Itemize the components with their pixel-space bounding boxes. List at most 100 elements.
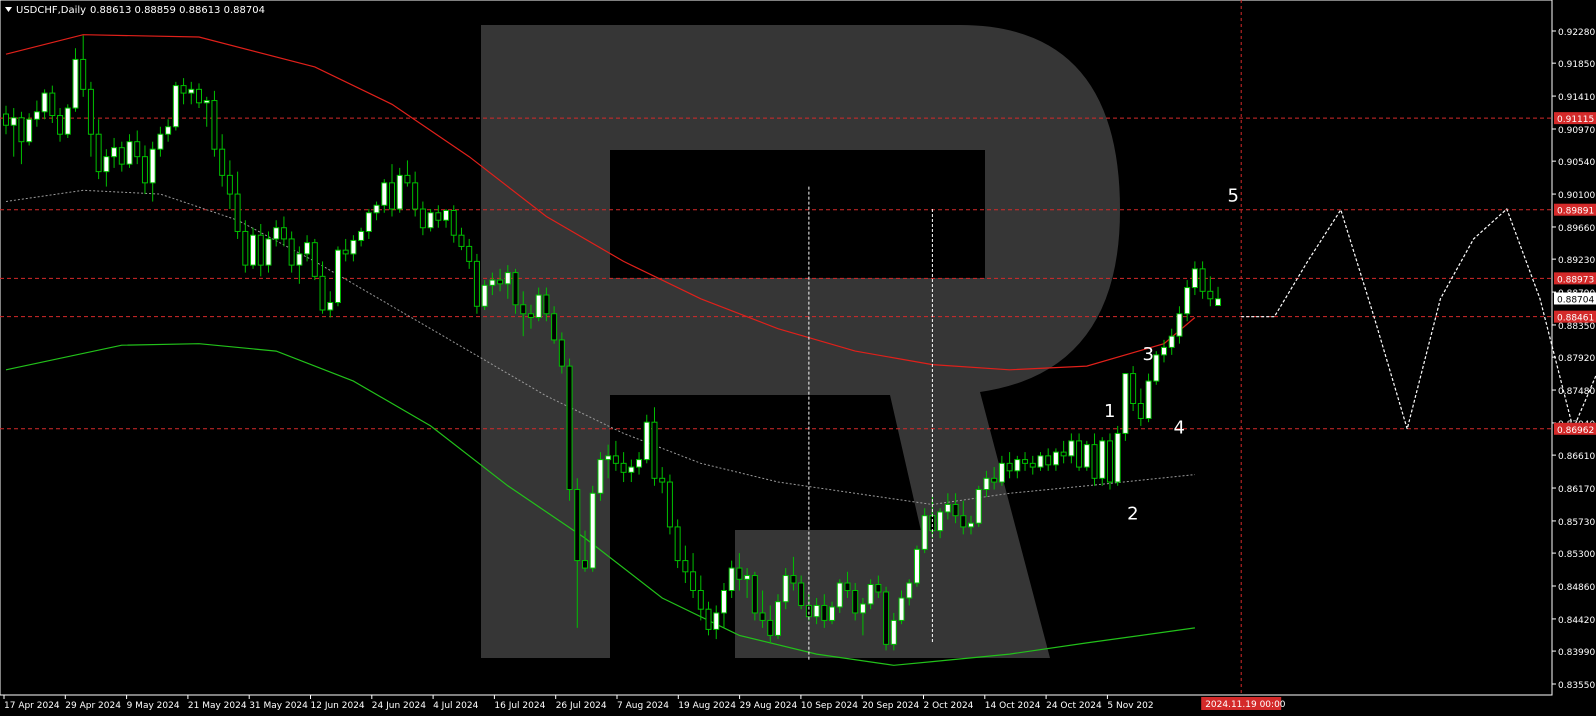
candle[interactable] — [404, 160, 411, 187]
candle[interactable] — [466, 238, 473, 269]
candle[interactable] — [327, 291, 334, 318]
dropdown-arrow-icon[interactable] — [5, 7, 12, 12]
candle[interactable] — [612, 440, 619, 471]
candle[interactable] — [396, 167, 403, 213]
candle[interactable] — [1176, 306, 1183, 344]
candle[interactable] — [883, 586, 890, 651]
candle[interactable] — [165, 119, 172, 142]
candle[interactable] — [172, 81, 179, 131]
candle[interactable] — [697, 575, 704, 621]
candle[interactable] — [1106, 433, 1113, 490]
candle[interactable] — [1068, 433, 1075, 464]
candle[interactable] — [280, 216, 287, 247]
candle[interactable] — [1215, 286, 1222, 307]
candle[interactable] — [365, 209, 372, 239]
candle[interactable] — [666, 474, 673, 535]
candle[interactable] — [705, 601, 712, 636]
candle[interactable] — [443, 209, 450, 228]
chart-header[interactable]: USDCHF,Daily 0.88613 0.88859 0.88613 0.8… — [5, 5, 265, 16]
candle[interactable] — [134, 130, 141, 165]
candle[interactable] — [226, 160, 233, 210]
candle[interactable] — [57, 108, 64, 142]
candle[interactable] — [1022, 452, 1029, 471]
candle[interactable] — [427, 209, 434, 232]
candle[interactable] — [589, 485, 596, 572]
candle[interactable] — [1122, 373, 1129, 441]
candle[interactable] — [273, 220, 280, 247]
candle[interactable] — [18, 111, 25, 165]
candle[interactable] — [1137, 388, 1144, 426]
candle[interactable] — [1083, 440, 1090, 471]
candle[interactable] — [1184, 280, 1191, 322]
candle[interactable] — [211, 90, 218, 157]
candle[interactable] — [628, 459, 635, 483]
candle[interactable] — [64, 104, 71, 138]
candle[interactable] — [72, 48, 79, 112]
candle[interactable] — [450, 205, 457, 243]
candle[interactable] — [1153, 351, 1160, 385]
candle[interactable] — [473, 253, 480, 314]
candle[interactable] — [975, 485, 982, 527]
candle[interactable] — [1052, 448, 1059, 471]
candle[interactable] — [103, 149, 110, 187]
candle[interactable] — [319, 261, 326, 314]
candle[interactable] — [651, 407, 658, 486]
candle[interactable] — [381, 179, 388, 213]
candle[interactable] — [33, 100, 40, 127]
candle[interactable] — [250, 227, 257, 269]
candle[interactable] — [643, 414, 650, 464]
candle[interactable] — [219, 134, 226, 187]
candle[interactable] — [1029, 455, 1036, 475]
candle[interactable] — [373, 201, 380, 221]
candle[interactable] — [1145, 373, 1152, 423]
candle[interactable] — [350, 235, 357, 262]
candle[interactable] — [1037, 452, 1044, 471]
candle[interactable] — [1014, 455, 1021, 479]
candle[interactable] — [80, 35, 87, 97]
candle[interactable] — [242, 220, 249, 273]
candle[interactable] — [342, 238, 349, 262]
candle[interactable] — [597, 452, 604, 501]
candle[interactable] — [659, 467, 666, 494]
candle[interactable] — [111, 137, 118, 168]
candle[interactable] — [1191, 261, 1198, 296]
candle[interactable] — [288, 231, 295, 273]
candle[interactable] — [566, 358, 573, 501]
candle[interactable] — [126, 134, 133, 168]
candle[interactable] — [389, 164, 395, 217]
candle[interactable] — [157, 126, 164, 157]
candle[interactable] — [87, 81, 94, 157]
candle[interactable] — [10, 108, 17, 157]
candle[interactable] — [1130, 366, 1137, 411]
candle[interactable] — [1045, 448, 1052, 471]
candle[interactable] — [1060, 440, 1067, 464]
candle[interactable] — [1168, 328, 1175, 355]
candle[interactable] — [1114, 425, 1121, 486]
candle[interactable] — [1161, 339, 1167, 363]
candle[interactable] — [674, 519, 681, 569]
candle[interactable] — [751, 571, 758, 621]
candle[interactable] — [196, 83, 202, 109]
candle[interactable] — [458, 227, 465, 251]
candle[interactable] — [913, 545, 920, 587]
price-chart[interactable]: 1 2 3 4 5 0.92280 0.91850 0.91410 0.90970 0.9054… — [0, 0, 1596, 716]
candle[interactable] — [419, 201, 426, 236]
candle[interactable] — [1091, 433, 1098, 486]
candle[interactable] — [713, 605, 720, 640]
candle[interactable] — [636, 452, 643, 475]
candle[interactable] — [682, 545, 689, 584]
candle[interactable] — [998, 455, 1005, 486]
candle[interactable] — [304, 235, 311, 262]
candle[interactable] — [1199, 261, 1206, 299]
candle[interactable] — [728, 560, 735, 598]
candle[interactable] — [41, 89, 48, 120]
candle[interactable] — [690, 553, 697, 598]
candle[interactable] — [203, 96, 210, 127]
candle[interactable] — [720, 583, 727, 628]
candle[interactable] — [3, 105, 9, 135]
candle[interactable] — [95, 119, 102, 180]
candle[interactable] — [1207, 276, 1214, 307]
candle[interactable] — [334, 246, 341, 307]
candle[interactable] — [49, 85, 56, 124]
candle[interactable] — [141, 145, 148, 195]
